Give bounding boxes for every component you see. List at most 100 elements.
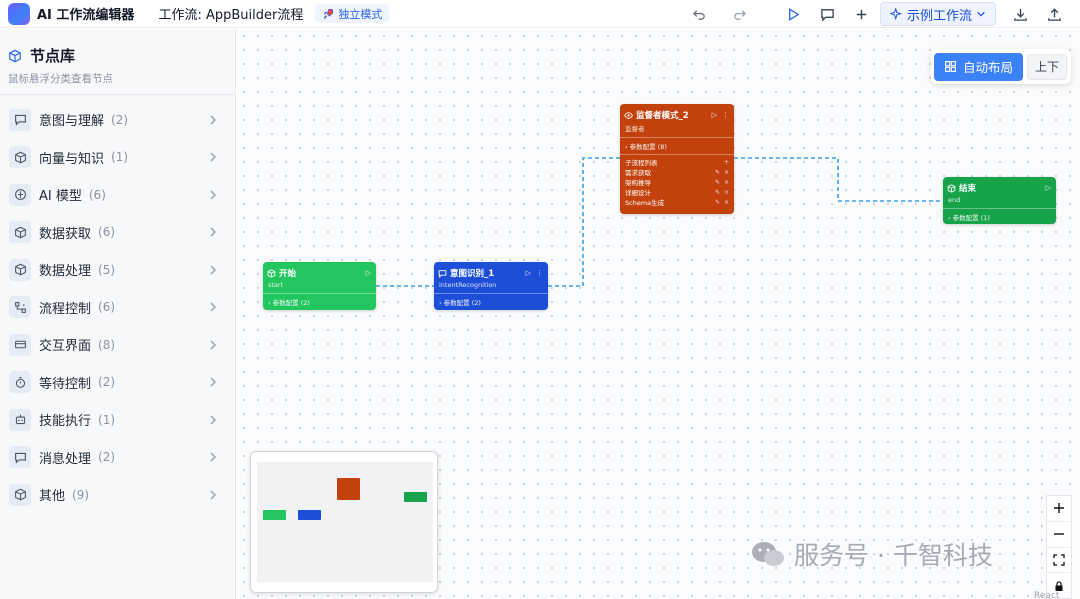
edge-intent-monitor[interactable] [548, 157, 620, 287]
node-end[interactable]: 结束 ▷ end › 参数配置 (1) [943, 177, 1056, 224]
more-icon[interactable]: ⋮ [536, 269, 543, 277]
subflow-list-header: 子流程列表 + [625, 157, 729, 168]
node-title: 意图识别_1 [450, 269, 495, 279]
chat-icon [9, 446, 31, 469]
subflow-item[interactable]: 架构推导 ✎ × [625, 177, 729, 188]
sidebar-category-5[interactable]: 流程控制 (6) [0, 289, 235, 327]
chevron-right-icon [210, 377, 217, 387]
sidebar-category-7[interactable]: 等待控制 (2) [0, 364, 235, 402]
zoom-out-button[interactable] [1047, 522, 1071, 548]
auto-layout-button[interactable]: 自动布局 [934, 52, 1024, 81]
node-title: 监督者模式_2 [636, 111, 689, 121]
comment-button[interactable] [816, 2, 840, 26]
node-params-toggle[interactable]: › 参数配置 (2) [434, 294, 548, 310]
category-label: 数据获取 [39, 226, 92, 242]
edit-icon[interactable]: ✎ [715, 189, 720, 196]
subflow-item-label: Schema生成 [625, 199, 665, 207]
category-count: (6) [98, 225, 116, 240]
react-flow-attribution[interactable]: React Flow [1034, 591, 1080, 599]
category-label: 等待控制 [39, 376, 92, 392]
sidebar-category-6[interactable]: 交互界面 (8) [0, 326, 235, 364]
chevron-right-icon [210, 452, 217, 462]
download-button[interactable] [1008, 2, 1032, 26]
watermark-text: 服务号 · 千智科技 [794, 541, 993, 570]
category-label: 交互界面 [39, 339, 92, 355]
close-icon[interactable]: × [724, 179, 729, 186]
sidebar-category-2[interactable]: AI 模型 (6) [0, 176, 235, 214]
minimap-node-end [404, 492, 427, 502]
play-icon [789, 7, 800, 21]
play-icon[interactable]: ▷ [366, 269, 371, 277]
add-button[interactable] [850, 2, 874, 26]
sidebar-category-9[interactable]: 消息处理 (2) [0, 439, 235, 477]
eye-icon [624, 111, 633, 119]
sidebar-category-0[interactable]: 意图与理解 (2) [0, 101, 235, 139]
chevron-down-icon [977, 11, 985, 17]
play-icon[interactable]: ▷ [1046, 184, 1051, 192]
close-icon[interactable]: × [724, 169, 729, 176]
minus-icon [1054, 533, 1064, 535]
cube-icon [9, 49, 21, 62]
chevron-right-icon [210, 190, 217, 200]
node-params-toggle[interactable]: › 参数配置 (1) [943, 209, 1056, 225]
minimap[interactable] [250, 451, 438, 593]
sidebar-category-1[interactable]: 向量与知识 (1) [0, 139, 235, 177]
node-title: 结束 [959, 184, 977, 194]
more-icon[interactable]: ⋮ [722, 111, 729, 119]
play-icon[interactable]: ▷ [526, 269, 531, 277]
lock-icon [1055, 581, 1063, 591]
example-workflow-button[interactable]: 示例工作流 [879, 2, 996, 26]
download-icon [1013, 8, 1027, 21]
top-header: AI 工作流编辑器 工作流: AppBuilder流程 独立模式 示例工作流 [0, 0, 1080, 28]
robot-icon [9, 408, 31, 431]
fit-view-icon [1053, 554, 1065, 566]
cube-icon [9, 483, 31, 506]
layout-direction-button[interactable]: 上下 [1027, 53, 1068, 80]
node-start[interactable]: 开始 ▷ start › 参数配置 (2) [263, 262, 376, 310]
category-count: (8) [98, 337, 116, 352]
edit-icon[interactable]: ✎ [715, 179, 720, 186]
node-params-toggle[interactable]: › 参数配置 (8) [620, 138, 734, 154]
undo-icon [693, 9, 706, 20]
node-type: 监督者 [625, 125, 645, 133]
edge-monitor-end[interactable] [734, 157, 943, 202]
upload-button[interactable] [1042, 2, 1066, 26]
chevron-right-icon [210, 490, 217, 500]
close-icon[interactable]: × [724, 199, 729, 206]
chevron-right-icon [210, 302, 217, 312]
edit-icon[interactable]: ✎ [715, 199, 720, 206]
node-params-toggle[interactable]: › 参数配置 (2) [263, 294, 376, 310]
sidebar-category-10[interactable]: 其他 (9) [0, 476, 235, 514]
node-params-label: 参数配置 (8) [629, 143, 667, 151]
category-count: (1) [98, 412, 116, 427]
redo-icon [734, 9, 747, 20]
subflow-item[interactable]: 需求获取 ✎ × [625, 167, 729, 178]
play-icon[interactable]: ▷ [712, 111, 717, 119]
sidebar-title: 节点库 [30, 47, 76, 65]
run-button[interactable] [782, 2, 806, 26]
subflow-list-label: 子流程列表 [625, 159, 658, 167]
fit-view-button[interactable] [1047, 548, 1071, 574]
redo-button[interactable] [728, 2, 752, 26]
subflow-item[interactable]: Schema生成 ✎ × [625, 197, 729, 208]
zoom-in-button[interactable] [1047, 496, 1071, 522]
subflow-item-label: 需求获取 [625, 169, 651, 177]
node-supervisor[interactable]: 监督者模式_2 ▷ ⋮ 监督者 › 参数配置 (8) 子流程列表 + 需求获取 ✎ ×… [620, 104, 734, 214]
node-intent-recognition[interactable]: 意图识别_1 ▷ ⋮ intentRecognition › 参数配置 (2) [434, 262, 548, 310]
undo-button[interactable] [688, 2, 712, 26]
plus-icon [857, 9, 867, 19]
sidebar-category-4[interactable]: 数据处理 (5) [0, 251, 235, 289]
example-workflow-label: 示例工作流 [906, 8, 972, 24]
close-icon[interactable]: × [724, 189, 729, 196]
plus-icon[interactable]: + [724, 159, 729, 166]
subflow-item[interactable]: 详细设计 ✎ × [625, 187, 729, 198]
workflow-name: 工作流: AppBuilder流程 [158, 8, 304, 23]
sidebar-category-3[interactable]: 数据获取 (6) [0, 214, 235, 252]
workflow-canvas[interactable]: 开始 ▷ start › 参数配置 (2) 意图识别_1 ▷ ⋮ intentRe… [237, 29, 1080, 599]
sidebar-category-8[interactable]: 技能执行 (1) [0, 401, 235, 439]
upload-icon [1047, 7, 1061, 21]
cube-icon [9, 146, 31, 169]
category-count: (2) [111, 112, 129, 127]
edit-icon[interactable]: ✎ [715, 169, 720, 176]
chat-icon [438, 269, 447, 278]
